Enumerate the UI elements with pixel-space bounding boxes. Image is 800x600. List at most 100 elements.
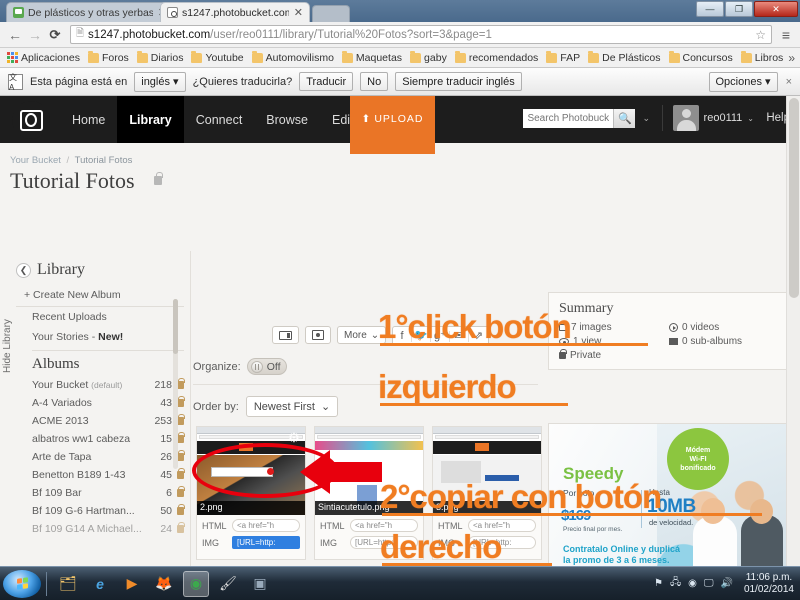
sidebar-item-your-stories[interactable]: Your Stories - New! [16, 327, 184, 347]
new-tab-button[interactable] [312, 5, 350, 22]
sidebar-scrollbar[interactable] [173, 299, 178, 469]
bookmark-diarios[interactable]: Diarios [134, 50, 187, 65]
sidebar-album-benetton[interactable]: Benetton B189 1-43 45 [16, 466, 185, 484]
facebook-icon[interactable]: f [393, 330, 412, 342]
media-player-icon[interactable]: ▶ [119, 571, 145, 597]
nav-home[interactable]: Home [60, 96, 117, 143]
bookmark-fap[interactable]: FAP [543, 50, 583, 65]
breadcrumb-root[interactable]: Your Bucket [10, 155, 61, 166]
photobucket-logo-icon[interactable] [12, 101, 50, 139]
bookmark-de-plasticos[interactable]: De Plásticos [585, 50, 663, 65]
bookmark-youtube[interactable]: Youtube [188, 50, 246, 65]
gear-icon[interactable]: ⚙ [287, 431, 301, 445]
maximize-button[interactable]: ❐ [725, 1, 753, 17]
upload-button[interactable]: ⬆ UPLOAD [350, 96, 435, 154]
lock-icon [559, 349, 567, 359]
internet-explorer-icon[interactable]: e [87, 571, 113, 597]
media-card-1[interactable]: ⚙ 2.png HTML <a href="h IMG [URL=http: [196, 426, 306, 560]
nav-library[interactable]: Library [117, 96, 184, 143]
bookmark-apps[interactable]: Aplicaciones [4, 51, 83, 65]
flag-icon[interactable]: ⚑ [654, 578, 663, 589]
reload-icon[interactable]: ⟳ [45, 27, 65, 42]
bookmark-recomendados[interactable]: recomendados [452, 50, 541, 65]
sidebar-album-acme-2013[interactable]: ACME 2013 253 [16, 412, 185, 430]
tab-2-close-icon[interactable]: ✕ [294, 7, 303, 18]
print-button[interactable] [305, 326, 331, 344]
html-link-input[interactable]: <a href="h [350, 519, 418, 532]
bookmark-concursos[interactable]: Concursos [666, 50, 736, 65]
minimize-button[interactable]: — [696, 1, 724, 17]
page-scrollbar[interactable] [786, 96, 800, 566]
media-card-3[interactable]: 3.png HTML <a href="h IMG [URL=http: [432, 426, 542, 560]
sidebar-album-bf109-bar[interactable]: Bf 109 Bar 6 [16, 484, 185, 502]
img-link-input[interactable]: [URL=http: [468, 536, 536, 549]
translate-no-button[interactable]: No [360, 72, 389, 91]
paint-icon[interactable]: 🖌 [215, 571, 241, 597]
language-select[interactable]: inglés ▾ [134, 71, 186, 92]
img-link-input[interactable]: [URL=http: [232, 536, 300, 549]
bookmark-star-icon[interactable]: ☆ [751, 28, 766, 42]
taskbar-clock[interactable]: 11:06 p.m. 01/02/2014 [740, 572, 794, 596]
bookmark-maquetas[interactable]: Maquetas [339, 50, 405, 65]
volume-icon[interactable]: 🔊 [720, 578, 732, 589]
windows-start-icon[interactable] [3, 569, 41, 598]
bookmark-libros[interactable]: Libros [738, 50, 787, 65]
bookmark-automovilismo[interactable]: Automovilismo [249, 50, 337, 65]
twitter-icon[interactable]: 🐦 [412, 330, 431, 342]
more-button[interactable]: More ⌄ [337, 326, 387, 344]
user-menu[interactable]: reo0111 ⌄ [661, 105, 754, 131]
sidebar-item-recent-uploads[interactable]: Recent Uploads [16, 307, 184, 327]
slideshow-button[interactable] [272, 326, 299, 344]
search-input[interactable] [523, 109, 614, 128]
chrome-icon[interactable]: ◉ [183, 570, 209, 597]
search-chevron-down-icon[interactable]: ⌄ [642, 113, 650, 124]
organize-toggle[interactable]: Off [246, 358, 287, 375]
translate-close-icon[interactable]: × [786, 76, 792, 88]
sidebar-item-create-album[interactable]: + Create New Album [16, 285, 184, 307]
chevron-left-icon[interactable]: ❮ [16, 262, 31, 278]
thumbnail[interactable]: ⚙ 2.png [197, 427, 305, 515]
share-icon[interactable]: ⇗ [469, 330, 488, 342]
bookmark-gaby[interactable]: gaby [407, 50, 450, 65]
nav-browse[interactable]: Browse [254, 96, 320, 143]
shield-icon[interactable]: ◉ [688, 578, 697, 589]
display-icon[interactable]: 🖵 [704, 578, 714, 589]
bookmark-foros[interactable]: Foros [85, 50, 132, 65]
always-translate-button[interactable]: Siempre traducir inglés [395, 72, 522, 91]
googleplus-icon[interactable]: g⁺ [431, 330, 450, 342]
sidebar-album-albatros[interactable]: albatros ww1 cabeza 15 [16, 430, 185, 448]
sidebar-header: ❮ Library [16, 261, 184, 279]
html-link-input[interactable]: <a href="h [232, 519, 300, 532]
translate-button[interactable]: Traducir [299, 72, 354, 91]
explorer-icon[interactable]: 🗂 [55, 571, 81, 597]
forward-icon[interactable]: → [25, 28, 45, 42]
sidebar-album-your-bucket[interactable]: Your Bucket (default) 218 [16, 376, 185, 394]
close-window-button[interactable]: ✕ [754, 1, 798, 17]
network-icon[interactable]: 🖧 [670, 575, 681, 592]
sidebar-album-a4-variados[interactable]: A-4 Variados 43 [16, 394, 185, 412]
sidebar-album-arte-de-tapa[interactable]: Arte de Tapa 26 [16, 448, 185, 466]
bookmarks-overflow-icon[interactable]: » [788, 51, 799, 65]
html-link-input[interactable]: <a href="h [468, 519, 536, 532]
browser-tab-1[interactable]: De plásticos y otras yerbas ✕ [6, 2, 174, 22]
browser-tab-2[interactable]: s1247.photobucket.com/u ✕ [160, 2, 310, 22]
nav-connect[interactable]: Connect [184, 96, 255, 143]
thumbnail[interactable]: ACCESO DIRECTO Sintiacutetulo.png [315, 427, 423, 515]
chrome-menu-icon[interactable]: ≡ [777, 27, 795, 43]
firefox-icon[interactable]: 🦊 [151, 571, 177, 597]
back-icon[interactable]: ← [5, 28, 25, 42]
advertisement-banner[interactable]: Módem Wi-FI bonificado Speedy Por sólo $… [548, 423, 790, 566]
html-label: HTML [202, 520, 227, 531]
img-link-input[interactable]: [URL=http: [350, 536, 418, 549]
sidebar-album-bf109-g6[interactable]: Bf 109 G-6 Hartman... 50 [16, 502, 185, 520]
hide-library-toggle[interactable]: Hide Library [2, 291, 16, 401]
app-icon[interactable]: ▣ [247, 571, 273, 597]
email-icon[interactable]: ✉ [450, 330, 469, 342]
translate-options-button[interactable]: Opciones ▾ [708, 71, 778, 92]
search-icon[interactable]: 🔍 [613, 109, 636, 128]
address-bar[interactable]: 🗎 s1247.photobucket.com /user/reo0111/li… [70, 25, 772, 44]
thumbnail[interactable]: 3.png [433, 427, 541, 515]
media-card-2[interactable]: ACCESO DIRECTO Sintiacutetulo.png HTML <a… [314, 426, 424, 560]
sidebar-album-bf109-g14[interactable]: Bf 109 G14 A Michael... 24 [16, 520, 185, 538]
order-by-select[interactable]: Newest First ⌄ [245, 396, 339, 417]
